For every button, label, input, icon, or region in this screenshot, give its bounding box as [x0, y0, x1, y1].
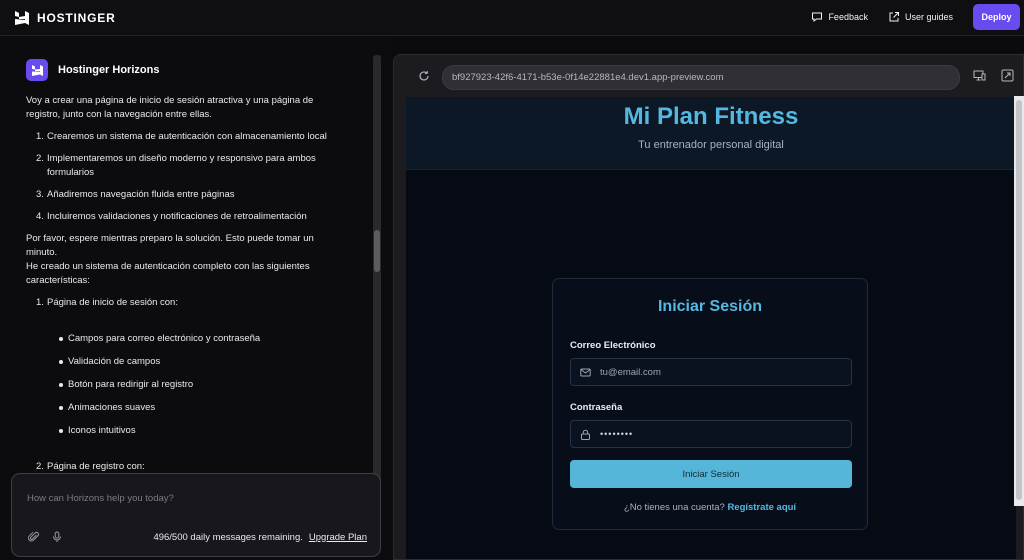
- message-summary: He creado un sistema de autenticación co…: [26, 261, 310, 286]
- feedback-label: Feedback: [828, 12, 868, 22]
- user-guides-label: User guides: [904, 12, 953, 22]
- site-title: Mi Plan Fitness: [623, 103, 799, 130]
- features-list: 1. Página de inicio de sesión con: Campos…: [26, 296, 342, 474]
- bullet-item: Campos para correo electrónico y contras…: [26, 332, 342, 346]
- chat-panel: Hostinger Horizons Voy a crear una págin…: [0, 37, 392, 560]
- brand-name: HOSTINGER: [37, 10, 116, 25]
- external-link-icon: [889, 12, 899, 22]
- login-button[interactable]: Iniciar Sesión: [570, 460, 852, 488]
- chat-scrollbar[interactable]: [373, 55, 381, 510]
- chat-scrollbar-thumb[interactable]: [374, 230, 380, 272]
- prompt-input[interactable]: [27, 491, 367, 505]
- top-actions: Feedback User guides Deploy: [811, 4, 1020, 30]
- bullet-item: Animaciones suaves: [26, 401, 342, 415]
- messages-remaining: 496/500 daily messages remaining.: [153, 531, 303, 543]
- agent-message: Voy a crear una página de inicio de sesi…: [26, 94, 342, 474]
- agent-avatar: [26, 59, 48, 81]
- browser-bar: bf927923-42f6-4171-b53e-0f14e22881e4.dev…: [394, 55, 1023, 97]
- bullet-item: Validación de campos: [26, 355, 342, 369]
- list-item: 1. Página de inicio de sesión con: Campos…: [26, 296, 342, 438]
- message-intro: Voy a crear una página de inicio de sesi…: [26, 95, 314, 120]
- list-item: 1. Crearemos un sistema de autenticación …: [26, 130, 342, 144]
- preview-scrollbar-thumb[interactable]: [1016, 100, 1022, 500]
- list-number: 2.: [36, 153, 44, 164]
- list-text: Implementaremos un diseño moderno y resp…: [47, 153, 316, 178]
- paperclip-icon[interactable]: [28, 531, 40, 543]
- list-text: Crearemos un sistema de autenticación co…: [47, 131, 327, 142]
- hostinger-logo-icon: [15, 10, 29, 25]
- email-input[interactable]: [600, 366, 840, 378]
- list-number: 1.: [36, 131, 44, 142]
- steps-list: 1. Crearemos un sistema de autenticación …: [26, 130, 342, 224]
- login-title: Iniciar Sesión: [657, 298, 763, 315]
- email-label: Correo Electrónico: [570, 340, 656, 351]
- site-subtitle: Tu entrenador personal digital: [638, 139, 784, 151]
- app-preview: Mi Plan Fitness Tu entrenador personal d…: [406, 97, 1016, 559]
- password-label: Contraseña: [570, 402, 623, 413]
- bullet-item: Botón para redirigir al registro: [26, 378, 342, 392]
- list-text: Incluiremos validaciones y notificacione…: [47, 211, 307, 222]
- signup-link[interactable]: Regístrate aquí: [727, 502, 796, 513]
- device-preview-icon[interactable]: [973, 69, 986, 82]
- preview-scrollbar[interactable]: [1014, 96, 1024, 506]
- password-field[interactable]: ••••••••: [570, 420, 852, 448]
- top-bar: HOSTINGER Feedback User guides Deploy: [0, 0, 1024, 36]
- preview-panel: bf927923-42f6-4171-b53e-0f14e22881e4.dev…: [393, 54, 1024, 560]
- agent-name: Hostinger Horizons: [58, 64, 160, 76]
- composer-footer: 496/500 daily messages remaining. Upgrad…: [28, 531, 367, 543]
- list-item: 2. Implementaremos un diseño moderno y re…: [26, 152, 342, 180]
- list-text: Página de registro con:: [47, 461, 145, 472]
- microphone-icon[interactable]: [51, 531, 63, 543]
- list-item: 2. Página de registro con:: [26, 460, 342, 474]
- mail-icon: [580, 368, 591, 376]
- list-number: 2.: [36, 461, 44, 472]
- list-number: 1.: [36, 297, 44, 308]
- expand-icon[interactable]: [1001, 69, 1014, 82]
- upgrade-plan-link[interactable]: Upgrade Plan: [309, 532, 367, 543]
- signup-prompt-line: ¿No tienes una cuenta? Regístrate aquí: [553, 502, 867, 513]
- signup-prompt: ¿No tienes una cuenta?: [623, 502, 725, 513]
- user-guides-button[interactable]: User guides: [888, 11, 953, 23]
- composer: 496/500 daily messages remaining. Upgrad…: [11, 473, 381, 557]
- url-bar[interactable]: bf927923-42f6-4171-b53e-0f14e22881e4.dev…: [442, 65, 960, 90]
- horizons-logo-icon: [31, 64, 43, 76]
- password-input[interactable]: ••••••••: [600, 429, 633, 439]
- chat-messages[interactable]: Hostinger Horizons Voy a crear una págin…: [0, 37, 372, 477]
- email-field[interactable]: [570, 358, 852, 386]
- sub-bullet-list: Campos para correo electrónico y contras…: [26, 332, 342, 438]
- agent-header: Hostinger Horizons: [26, 59, 372, 81]
- list-item: 3. Añadiremos navegación fluida entre pág…: [26, 188, 342, 202]
- feedback-button[interactable]: Feedback: [811, 11, 868, 23]
- list-text: Añadiremos navegación fluida entre págin…: [47, 189, 235, 200]
- login-card: Iniciar Sesión Correo Electrónico Contra…: [552, 278, 868, 530]
- list-number: 3.: [36, 189, 44, 200]
- lock-icon: [581, 429, 590, 440]
- bullet-item: Iconos intuitivos: [26, 424, 342, 438]
- list-text: Página de inicio de sesión con:: [47, 297, 178, 308]
- feedback-icon: [812, 12, 823, 23]
- deploy-button[interactable]: Deploy: [973, 4, 1020, 30]
- reload-icon[interactable]: [418, 70, 430, 82]
- brand[interactable]: HOSTINGER: [14, 10, 116, 26]
- site-header: Mi Plan Fitness Tu entrenador personal d…: [406, 97, 1016, 170]
- message-wait: Por favor, espere mientras preparo la so…: [26, 233, 314, 258]
- list-item: 4. Incluiremos validaciones y notificacio…: [26, 210, 342, 224]
- list-number: 4.: [36, 211, 44, 222]
